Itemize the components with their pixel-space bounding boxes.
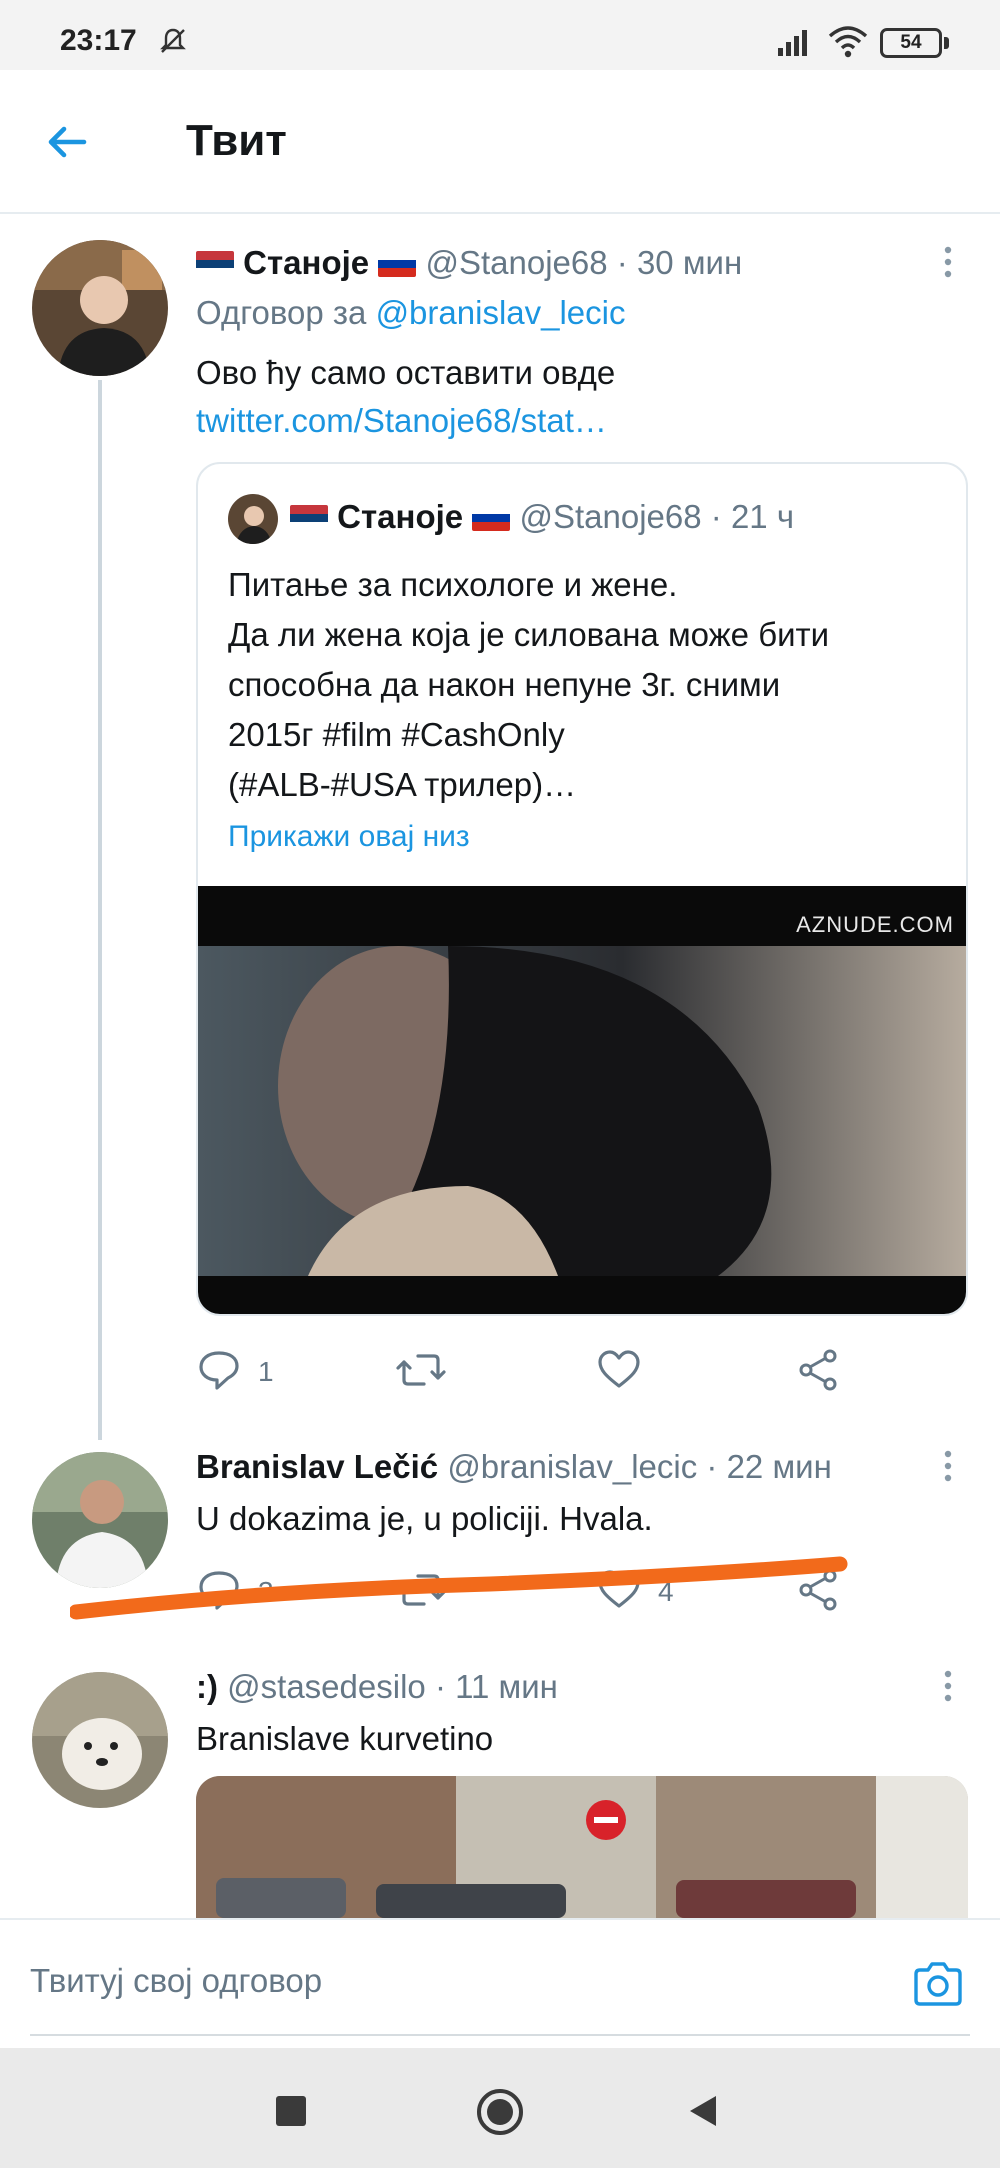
- home-circle-icon[interactable]: [476, 2088, 524, 2136]
- share-icon: [799, 1349, 837, 1391]
- russian-flag-icon: [378, 251, 417, 277]
- tweet-media[interactable]: [196, 1776, 968, 1918]
- quoted-text-line: способна да након непуне 3г. сними: [228, 666, 781, 703]
- back-arrow-icon[interactable]: [40, 114, 96, 170]
- quoted-time: · 21 ч: [710, 498, 795, 535]
- tweet-text: U dokazima je, u policiji. Hvala.: [196, 1500, 653, 1537]
- more-options-icon[interactable]: [940, 244, 956, 284]
- reply-to-label: Одговор за: [196, 294, 376, 331]
- recents-square-icon[interactable]: [276, 2096, 306, 2126]
- quoted-text-line: Да ли жена која је силована може бити: [228, 616, 830, 653]
- battery-tip: [944, 37, 949, 49]
- quoted-media[interactable]: AZNUDE.COM: [198, 886, 966, 1314]
- heart-icon: [598, 1350, 640, 1388]
- tweet-time: · 30 мин: [616, 244, 743, 281]
- reply-to-mention[interactable]: @branislav_lecic: [376, 294, 626, 331]
- share-button[interactable]: [796, 1348, 842, 1392]
- tweet-header: Branislav Lečić @branislav_lecic · 22 ми…: [196, 1448, 832, 1486]
- reply-button[interactable]: 1: [196, 1348, 296, 1392]
- media-watermark: AZNUDE.COM: [796, 912, 954, 937]
- display-name[interactable]: :): [196, 1668, 218, 1705]
- handle[interactable]: @Stanoje68: [425, 244, 607, 281]
- camera-icon[interactable]: [912, 1960, 964, 2008]
- compose-bar: Твитуј свој одговор: [0, 1918, 1000, 2048]
- status-time: 23:17: [60, 24, 137, 57]
- quoted-header: Станоје @Stanoje68 · 21 ч: [290, 498, 794, 536]
- navigation-bar: [0, 2048, 1000, 2168]
- avatar[interactable]: [32, 1672, 168, 1808]
- page-title: Твит: [186, 116, 287, 165]
- app-header: Твит: [0, 70, 1000, 214]
- quoted-tweet[interactable]: Станоје @Stanoje68 · 21 ч Питање за псих…: [196, 462, 968, 1316]
- status-bar: 23:17 54: [0, 0, 1000, 70]
- avatar[interactable]: [32, 240, 168, 376]
- quoted-text-line: (#ALB-#USA трилер)…: [228, 766, 577, 803]
- display-name[interactable]: Branislav Lečić: [196, 1448, 438, 1485]
- serbian-flag-icon: [196, 251, 234, 277]
- reply-icon: [199, 1351, 239, 1390]
- more-options-icon[interactable]: [940, 1668, 956, 1708]
- handle[interactable]: @branislav_lecic: [447, 1448, 697, 1485]
- quoted-text-line: 2015г #film #CashOnly: [228, 716, 565, 753]
- reply-to: Одговор за @branislav_lecic: [196, 294, 626, 332]
- quoted-display-name: Станоје: [337, 498, 464, 535]
- tweet-time: · 11 мин: [434, 1668, 558, 1705]
- serbian-flag-icon: [290, 505, 328, 531]
- quoted-handle: @Stanoje68: [519, 498, 702, 535]
- like-button[interactable]: [596, 1348, 646, 1392]
- retweet-button[interactable]: [396, 1348, 446, 1392]
- battery-indicator: 54: [880, 28, 942, 58]
- more-options-icon[interactable]: [940, 1448, 956, 1488]
- signal-icon: [778, 30, 807, 56]
- annotation-underline: [70, 1556, 848, 1620]
- quoted-avatar: [228, 494, 278, 544]
- quoted-text-line: Питање за психологе и жене.: [228, 566, 678, 603]
- show-thread-link[interactable]: Прикажи овај низ: [228, 820, 470, 854]
- tweet-text: Branislave kurvetino: [196, 1720, 494, 1757]
- back-triangle-icon[interactable]: [688, 2094, 718, 2128]
- russian-flag-icon: [472, 505, 511, 531]
- handle[interactable]: @stasedesilo: [227, 1668, 426, 1705]
- retweet-icon: [396, 1354, 446, 1386]
- compose-underline: [30, 2034, 970, 2036]
- reply-input[interactable]: Твитуј свој одговор: [30, 1962, 322, 2000]
- display-name[interactable]: Станоје: [243, 244, 369, 281]
- tweet-time: · 22 мин: [706, 1448, 832, 1485]
- tweet-header: Станоје @Stanoje68 · 30 мин: [196, 244, 742, 282]
- notifications-off-icon: [160, 28, 186, 53]
- tweet-text: Ово ћу само оставити овде: [196, 354, 616, 391]
- reply-count: 1: [258, 1356, 274, 1387]
- tweet-header: :) @stasedesilo · 11 мин: [196, 1668, 558, 1706]
- wifi-icon: [828, 26, 868, 58]
- tweet-link[interactable]: twitter.com/Stanoje68/stat…: [196, 402, 607, 440]
- thread-connector: [98, 380, 102, 1440]
